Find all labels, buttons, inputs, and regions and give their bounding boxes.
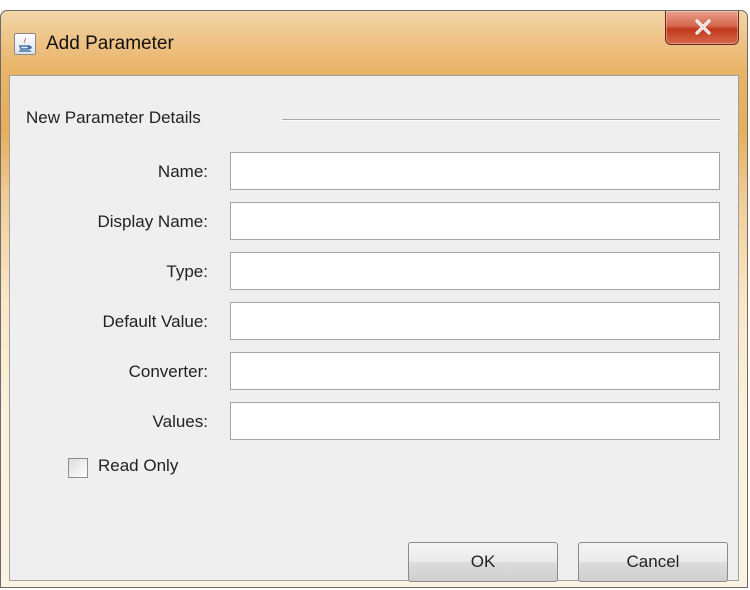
field-row-default-value: Default Value: [10, 302, 740, 342]
field-row-type: Type: [10, 252, 740, 292]
dialog-content: New Parameter Details Name: Display Name… [9, 75, 740, 582]
display-name-input[interactable] [230, 202, 720, 240]
group-divider [282, 119, 720, 121]
type-input[interactable] [230, 252, 720, 290]
read-only-checkbox[interactable] [68, 458, 88, 478]
default-value-input[interactable] [230, 302, 720, 340]
field-row-converter: Converter: [10, 352, 740, 392]
name-input[interactable] [230, 152, 720, 190]
type-label: Type: [166, 262, 208, 281]
ok-button[interactable]: OK [408, 542, 558, 582]
converter-label: Converter: [128, 362, 208, 381]
display-name-label: Display Name: [97, 212, 208, 231]
group-title: New Parameter Details [26, 108, 201, 127]
window-title: Add Parameter [46, 33, 174, 54]
add-parameter-dialog: Add Parameter New Parameter Details Name… [0, 10, 748, 588]
name-label: Name: [157, 162, 208, 181]
values-label: Values: [152, 412, 208, 431]
close-icon [695, 19, 711, 35]
values-input[interactable] [230, 402, 720, 440]
field-row-name: Name: [10, 152, 740, 192]
cancel-button[interactable]: Cancel [578, 542, 728, 582]
read-only-label[interactable]: Read Only [98, 456, 178, 476]
title-bar[interactable]: Add Parameter [1, 11, 747, 75]
field-row-values: Values: [10, 402, 740, 442]
default-value-label: Default Value: [102, 312, 208, 331]
java-app-icon [14, 33, 36, 55]
field-row-display-name: Display Name: [10, 202, 740, 242]
converter-input[interactable] [230, 352, 720, 390]
close-button[interactable] [665, 11, 739, 45]
